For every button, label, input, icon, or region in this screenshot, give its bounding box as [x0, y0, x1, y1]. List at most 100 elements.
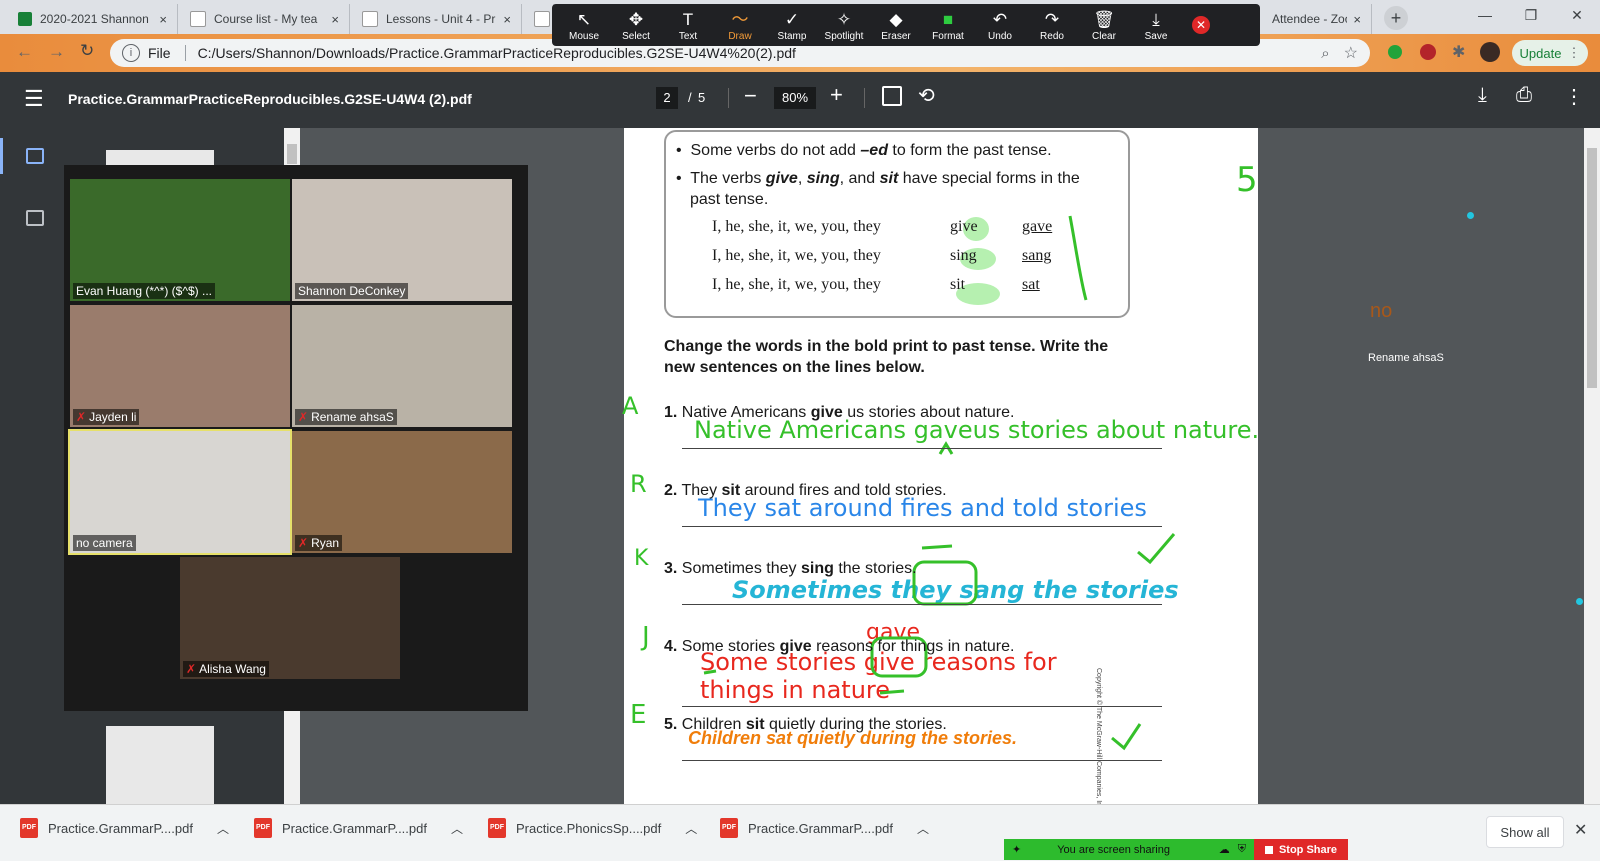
tool-label: Save — [1144, 30, 1168, 42]
participant-name: no camera — [73, 535, 136, 551]
close-icon[interactable]: × — [331, 12, 339, 27]
extension-green-icon[interactable] — [1388, 45, 1402, 59]
extension-ublock-icon[interactable] — [1420, 44, 1436, 60]
browser-tab-1[interactable]: 2020-2021 Shannon × — [8, 4, 178, 34]
laser-dot — [1467, 212, 1474, 219]
participant-tile[interactable]: no camera — [68, 429, 292, 555]
share-drag-icon[interactable]: ✦ — [1012, 843, 1021, 856]
info-icon[interactable]: i — [122, 44, 140, 62]
zoom-in-icon[interactable]: + — [830, 82, 843, 108]
address-url: C:/Users/Shannon/Downloads/Practice.Gram… — [197, 45, 796, 61]
draw-icon: 〜 — [731, 9, 749, 29]
tool-draw-button[interactable]: 〜 Draw — [714, 9, 766, 42]
close-downloads-icon[interactable]: ✕ — [1574, 820, 1587, 840]
new-tab-button[interactable]: + — [1384, 6, 1408, 30]
update-button[interactable]: Update ⋮ — [1512, 40, 1588, 66]
bracket-stroke — [1068, 215, 1088, 301]
page-number-input[interactable]: 2 — [656, 87, 678, 109]
classroom-icon — [362, 11, 378, 27]
participant-tile[interactable]: ✗ Jayden li — [70, 305, 290, 427]
pdf-file-icon: PDF — [254, 818, 272, 838]
fit-page-icon[interactable] — [882, 86, 902, 106]
tool-spotlight-button[interactable]: ✧ Spotlight — [818, 9, 870, 42]
share-status-text: You are screen sharing — [1057, 843, 1170, 856]
show-all-button[interactable]: Show all — [1486, 816, 1564, 848]
browser-tab-5[interactable]: Attendee - Zoo × — [1262, 4, 1372, 34]
table-present: sing — [950, 247, 977, 264]
item-text: us stories about nature. — [847, 404, 1015, 421]
download-item[interactable]: PDF Practice.GrammarP....pdf ︿ — [20, 818, 229, 838]
item-bold-verb: give — [810, 404, 843, 421]
back-icon[interactable]: ← — [16, 42, 33, 62]
tool-label: Select — [622, 30, 650, 42]
reload-icon[interactable]: ↻ — [80, 41, 94, 61]
tool-text-button[interactable]: T Text — [662, 9, 714, 42]
stop-share-button[interactable]: Stop Share — [1254, 839, 1348, 860]
save-icon: ⤓ — [1152, 9, 1160, 29]
chevron-up-icon[interactable]: ︿ — [451, 820, 463, 837]
tool-select-button[interactable]: ✥ Select — [610, 9, 662, 42]
outline-view-icon[interactable] — [26, 210, 44, 226]
exercise-item-3: 3. Sometimes they sing the stories. — [664, 560, 917, 578]
participant-tile[interactable]: Shannon DeConkey — [292, 179, 512, 301]
profile-avatar[interactable] — [1480, 42, 1500, 62]
item-number: 4. — [664, 638, 678, 655]
zoom-lens-icon[interactable]: ⌕ — [1321, 45, 1329, 62]
rotate-icon[interactable]: ⟲ — [918, 83, 935, 108]
tool-clear-button[interactable]: 🗑 Clear — [1078, 9, 1130, 42]
participant-tile[interactable]: ✗ Rename ahsaS — [292, 305, 512, 427]
participant-tile[interactable]: ✗ Ryan — [292, 431, 512, 553]
participant-tile[interactable]: ✗ Alisha Wang — [180, 557, 400, 679]
forward-icon[interactable]: → — [48, 42, 65, 62]
more-options-icon[interactable]: ⋮ — [1564, 84, 1584, 109]
exercise-item-1: 1. Native Americans give us stories abou… — [664, 404, 1014, 422]
download-item[interactable]: PDF Practice.GrammarP....pdf ︿ — [254, 818, 463, 838]
close-icon[interactable]: × — [1353, 12, 1361, 27]
tool-format-button[interactable]: ■ Format — [922, 9, 974, 42]
answer-line — [682, 760, 1162, 761]
browser-tab-3[interactable]: Lessons - Unit 4 - Pr × — [352, 4, 522, 34]
chevron-up-icon[interactable]: ︿ — [685, 820, 697, 837]
browser-tab-2[interactable]: Course list - My tea × — [180, 4, 350, 34]
download-item[interactable]: PDF Practice.PhonicsSp....pdf ︿ — [488, 818, 697, 838]
bookmark-star-icon[interactable]: ☆ — [1344, 43, 1358, 63]
tool-mouse-button[interactable]: ↖ Mouse — [558, 9, 610, 42]
download-icon[interactable]: ⤓ — [1478, 84, 1487, 107]
tool-stamp-button[interactable]: ✓ Stamp — [766, 9, 818, 42]
tool-label: Eraser — [881, 30, 911, 42]
download-item[interactable]: PDF Practice.GrammarP....pdf ︿ — [720, 818, 929, 838]
browser-tab-4[interactable] — [524, 4, 554, 34]
chevron-up-icon[interactable]: ︿ — [217, 820, 229, 837]
zoom-level-input[interactable]: 80% — [774, 87, 816, 109]
page-scroll-thumb[interactable] — [1587, 148, 1597, 388]
extensions-puzzle-icon[interactable]: ✱ — [1452, 42, 1465, 62]
close-icon[interactable]: × — [159, 12, 167, 27]
chevron-up-icon[interactable]: ︿ — [917, 820, 929, 837]
restore-icon[interactable]: ❐ — [1508, 0, 1554, 30]
thumbnails-view-icon[interactable] — [26, 148, 44, 164]
tool-eraser-button[interactable]: ◆ Eraser — [870, 9, 922, 42]
tool-label: Spotlight — [824, 30, 864, 42]
participant-tile[interactable]: Evan Huang (*^*) ($^$) ... — [70, 179, 290, 301]
close-window-icon[interactable]: ✕ — [1554, 0, 1600, 30]
clear-icon: 🗑 — [1093, 9, 1115, 29]
muted-mic-icon: ✗ — [76, 410, 87, 424]
participant-name: ✗ Jayden li — [73, 409, 140, 425]
download-filename: Practice.GrammarP....pdf — [282, 820, 427, 836]
tool-undo-button[interactable]: ↶ Undo — [974, 9, 1026, 42]
participant-name-text: no camera — [76, 536, 133, 550]
minimize-icon[interactable]: — — [1462, 0, 1508, 30]
close-annotation-icon[interactable]: ✕ — [1192, 16, 1210, 34]
zoom-out-icon[interactable]: − — [744, 83, 757, 109]
pdf-page: • Some verbs do not add –ed to form the … — [622, 128, 1259, 812]
item-number: 5. — [664, 716, 678, 733]
pdf-title: Practice.GrammarPracticeReproducibles.G2… — [68, 91, 472, 107]
thumbnail-scroll-thumb[interactable] — [287, 144, 297, 164]
menu-icon[interactable]: ☰ — [24, 86, 44, 112]
item-text: Sometimes they — [681, 560, 797, 577]
page-thumbnail-3[interactable] — [106, 726, 214, 804]
tool-redo-button[interactable]: ↷ Redo — [1026, 9, 1078, 42]
print-icon[interactable]: ⎙ — [1516, 84, 1532, 107]
tool-save-button[interactable]: ⤓ Save — [1130, 9, 1182, 42]
close-icon[interactable]: × — [503, 12, 511, 27]
